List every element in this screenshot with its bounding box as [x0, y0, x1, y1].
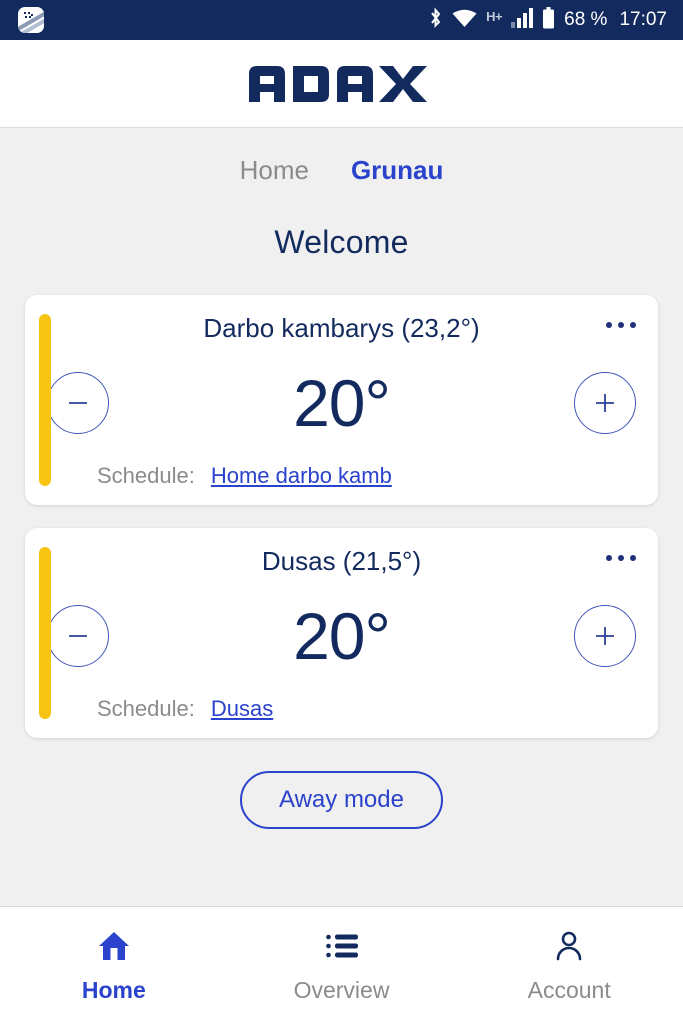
decrease-temperature-button[interactable]: [47, 604, 109, 667]
room-card-controls: 20°: [47, 342, 636, 463]
signal-bars-icon: [511, 7, 534, 33]
nav-label-account: Account: [527, 977, 611, 1003]
room-card[interactable]: Darbo kambarys (23,2°) 20° Schedule: Hom…: [25, 295, 658, 505]
room-schedule-row: Schedule: Dusas: [47, 696, 636, 722]
bottom-navigation: Home Overview Account: [0, 906, 683, 1024]
network-type-label: H+: [486, 8, 503, 24]
breadcrumb: Home Grunau: [240, 155, 444, 186]
app-screen: H+ 68 % 17:07 Home Grunau Welcome Darbo …: [0, 0, 683, 1024]
adax-logo: [247, 64, 437, 104]
plus-circle-icon: [590, 621, 620, 651]
bluetooth-icon: [428, 6, 443, 34]
breadcrumb-item-home[interactable]: Home: [240, 155, 309, 186]
room-card-controls: 20°: [47, 575, 636, 696]
away-mode-button[interactable]: Away mode: [240, 771, 443, 829]
clock: 17:07: [619, 9, 667, 30]
battery-percentage: 68 %: [564, 9, 608, 30]
increase-temperature-button[interactable]: [574, 604, 636, 667]
room-card-header: Darbo kambarys (23,2°): [47, 313, 636, 344]
decrease-temperature-button[interactable]: [47, 371, 109, 434]
app-header: [0, 40, 683, 128]
status-bar-right: H+ 68 % 17:07: [428, 6, 667, 34]
room-title: Darbo kambarys (23,2°): [203, 313, 480, 343]
room-card-header: Dusas (21,5°): [47, 546, 636, 577]
setpoint-temperature: 20°: [293, 598, 391, 673]
main-content: Home Grunau Welcome Darbo kambarys (23,2…: [0, 128, 683, 906]
setpoint-temperature: 20°: [293, 365, 391, 440]
list-icon: [325, 929, 358, 963]
nav-label-overview: Overview: [293, 977, 390, 1003]
status-bar-left: [18, 7, 44, 33]
increase-temperature-button[interactable]: [574, 371, 636, 434]
schedule-label: Schedule:: [97, 463, 195, 488]
nav-label-home: Home: [81, 977, 146, 1003]
schedule-link[interactable]: Home darbo kamb: [211, 463, 392, 489]
minus-circle-icon: [63, 621, 93, 651]
breadcrumb-item-grunau[interactable]: Grunau: [351, 155, 443, 186]
status-bar: H+ 68 % 17:07: [0, 0, 683, 40]
blackberry-app-icon: [18, 7, 44, 33]
minus-circle-icon: [63, 388, 93, 418]
schedule-label: Schedule:: [97, 696, 195, 721]
schedule-link[interactable]: Dusas: [211, 696, 273, 722]
room-schedule-row: Schedule: Home darbo kamb: [47, 463, 636, 489]
home-icon: [98, 929, 130, 963]
more-options-icon[interactable]: [602, 318, 640, 332]
battery-icon: [542, 6, 555, 34]
room-title: Dusas (21,5°): [261, 546, 422, 576]
nav-item-account[interactable]: Account: [455, 929, 683, 1004]
page-title: Welcome: [274, 224, 409, 260]
plus-circle-icon: [590, 388, 620, 418]
away-mode-row: Away mode: [0, 771, 683, 829]
wifi-icon: [452, 8, 477, 33]
more-options-icon[interactable]: [602, 551, 640, 565]
nav-item-overview[interactable]: Overview: [228, 929, 456, 1004]
room-card[interactable]: Dusas (21,5°) 20° Schedule: Dusas: [25, 528, 658, 738]
room-card-list: Darbo kambarys (23,2°) 20° Schedule: Hom…: [0, 295, 683, 738]
person-icon: [554, 929, 584, 963]
nav-item-home[interactable]: Home: [0, 929, 228, 1004]
